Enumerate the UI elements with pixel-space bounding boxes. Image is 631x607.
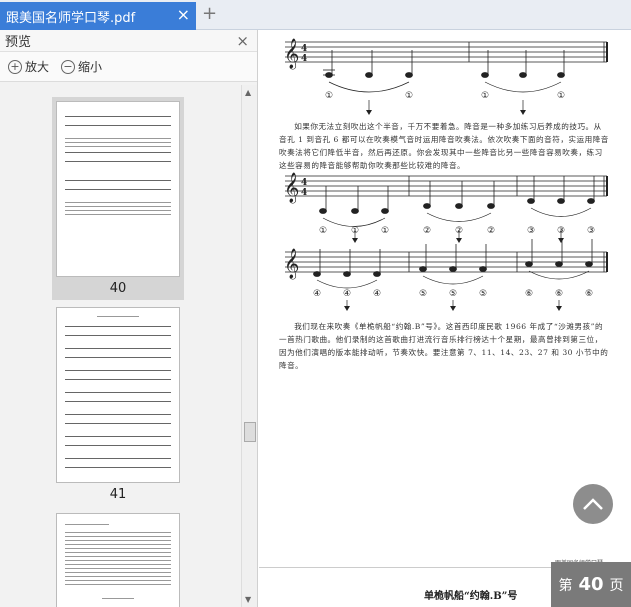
annotation-circle-1: ① <box>325 91 333 101</box>
staff-1 <box>285 41 608 63</box>
document-view[interactable]: 𝄞 4 4 𝄞 4 4 𝄞 ① ① ① ① ① ① ① ② ② ② ③ ③ ③ … <box>259 30 631 607</box>
zoom-toolbar: + 放大 − 缩小 <box>0 52 257 82</box>
sidebar-title: 预览 <box>5 35 32 50</box>
svg-text:②: ② <box>423 226 431 236</box>
tab-bar: 跟美国名师学口琴.pdf × + <box>0 0 631 30</box>
thumbnail-page-42[interactable] <box>52 509 184 607</box>
zoom-out-button[interactable]: − 缩小 <box>61 58 102 75</box>
zoom-out-icon: − <box>61 59 76 74</box>
sidebar-scrollbar[interactable]: ▲ ▼ <box>241 85 257 607</box>
svg-text:②: ② <box>455 226 463 236</box>
svg-text:③: ③ <box>527 226 535 236</box>
page-indicator: 第 40 页 <box>551 562 631 607</box>
thumbnail-image <box>56 307 180 483</box>
thumbnail-page-41[interactable]: 41 <box>52 303 184 506</box>
thumbnail-label: 41 <box>109 487 127 502</box>
chevron-up-icon <box>583 498 603 510</box>
paragraph-flat-technique: 如果你无法立刻吹出这个半音，千万不要着急。降音是一种多加练习后养成的技巧。从音孔… <box>279 122 609 170</box>
thumbnail-label: 40 <box>109 281 127 296</box>
zoom-in-icon: + <box>8 59 22 74</box>
svg-text:⑤: ⑤ <box>449 289 457 299</box>
svg-text:4: 4 <box>301 44 307 54</box>
tab-document[interactable]: 跟美国名师学口琴.pdf × <box>0 2 196 30</box>
scroll-down-icon[interactable]: ▼ <box>245 595 251 604</box>
music-notation: 𝄞 4 4 𝄞 4 4 𝄞 ① ① ① ① ① ① ① ② ② ② ③ ③ ③ … <box>284 38 608 311</box>
svg-text:④: ④ <box>343 289 351 299</box>
svg-text:④: ④ <box>373 289 381 299</box>
svg-text:𝄞: 𝄞 <box>284 172 299 204</box>
svg-text:⑤: ⑤ <box>479 289 487 299</box>
tab-close-icon[interactable]: × <box>177 7 190 23</box>
svg-text:⑥: ⑥ <box>555 289 563 299</box>
next-page-title: 单桅帆船“约翰.B”号 <box>424 591 518 602</box>
page-number: 40 <box>578 574 604 595</box>
thumbnail-image <box>56 513 180 607</box>
svg-text:③: ③ <box>557 226 565 236</box>
tab-title: 跟美国名师学口琴.pdf <box>6 10 136 26</box>
svg-text:①: ① <box>381 226 389 236</box>
annotation-circle-1: ① <box>481 91 489 101</box>
svg-text:𝄞: 𝄞 <box>284 38 299 70</box>
svg-text:⑥: ⑥ <box>585 289 593 299</box>
new-tab-icon[interactable]: + <box>202 5 217 23</box>
page-suffix: 页 <box>609 577 624 594</box>
svg-text:①: ① <box>351 226 359 236</box>
staff-2 <box>285 175 608 197</box>
annotation-circle-1: ① <box>405 91 413 101</box>
svg-text:①: ① <box>319 226 327 236</box>
thumbnail-list: 40 41 <box>0 85 240 607</box>
annotation-circle-1: ① <box>557 91 565 101</box>
thumbnail-page-40[interactable]: 40 <box>52 97 184 300</box>
preview-sidebar: 预览 × + 放大 − 缩小 40 41 ▲ ▼ <box>0 30 258 607</box>
page-prefix: 第 <box>558 577 573 594</box>
svg-text:④: ④ <box>313 289 321 299</box>
zoom-out-label: 缩小 <box>78 60 103 74</box>
svg-text:4: 4 <box>301 188 307 198</box>
zoom-in-label: 放大 <box>25 60 50 74</box>
svg-text:𝄞: 𝄞 <box>284 248 299 280</box>
zoom-in-button[interactable]: + 放大 <box>8 58 49 75</box>
svg-text:4: 4 <box>301 54 307 64</box>
svg-text:③: ③ <box>587 226 595 236</box>
sidebar-close-icon[interactable]: × <box>236 32 249 50</box>
svg-text:4: 4 <box>301 178 307 188</box>
svg-text:②: ② <box>487 226 495 236</box>
sidebar-header: 预览 × <box>0 30 257 52</box>
scroll-up-icon[interactable]: ▲ <box>245 88 251 97</box>
svg-text:⑤: ⑤ <box>419 289 427 299</box>
svg-text:⑥: ⑥ <box>525 289 533 299</box>
paragraph-song-intro: 我们现在来吹奏《单桅帆船“约翰.B”号》。这首西印度民歌 1966 年成了“沙滩… <box>279 322 609 370</box>
scroll-to-top-button[interactable] <box>573 484 613 524</box>
scrollbar-thumb[interactable] <box>244 422 256 442</box>
thumbnail-image <box>56 101 180 277</box>
